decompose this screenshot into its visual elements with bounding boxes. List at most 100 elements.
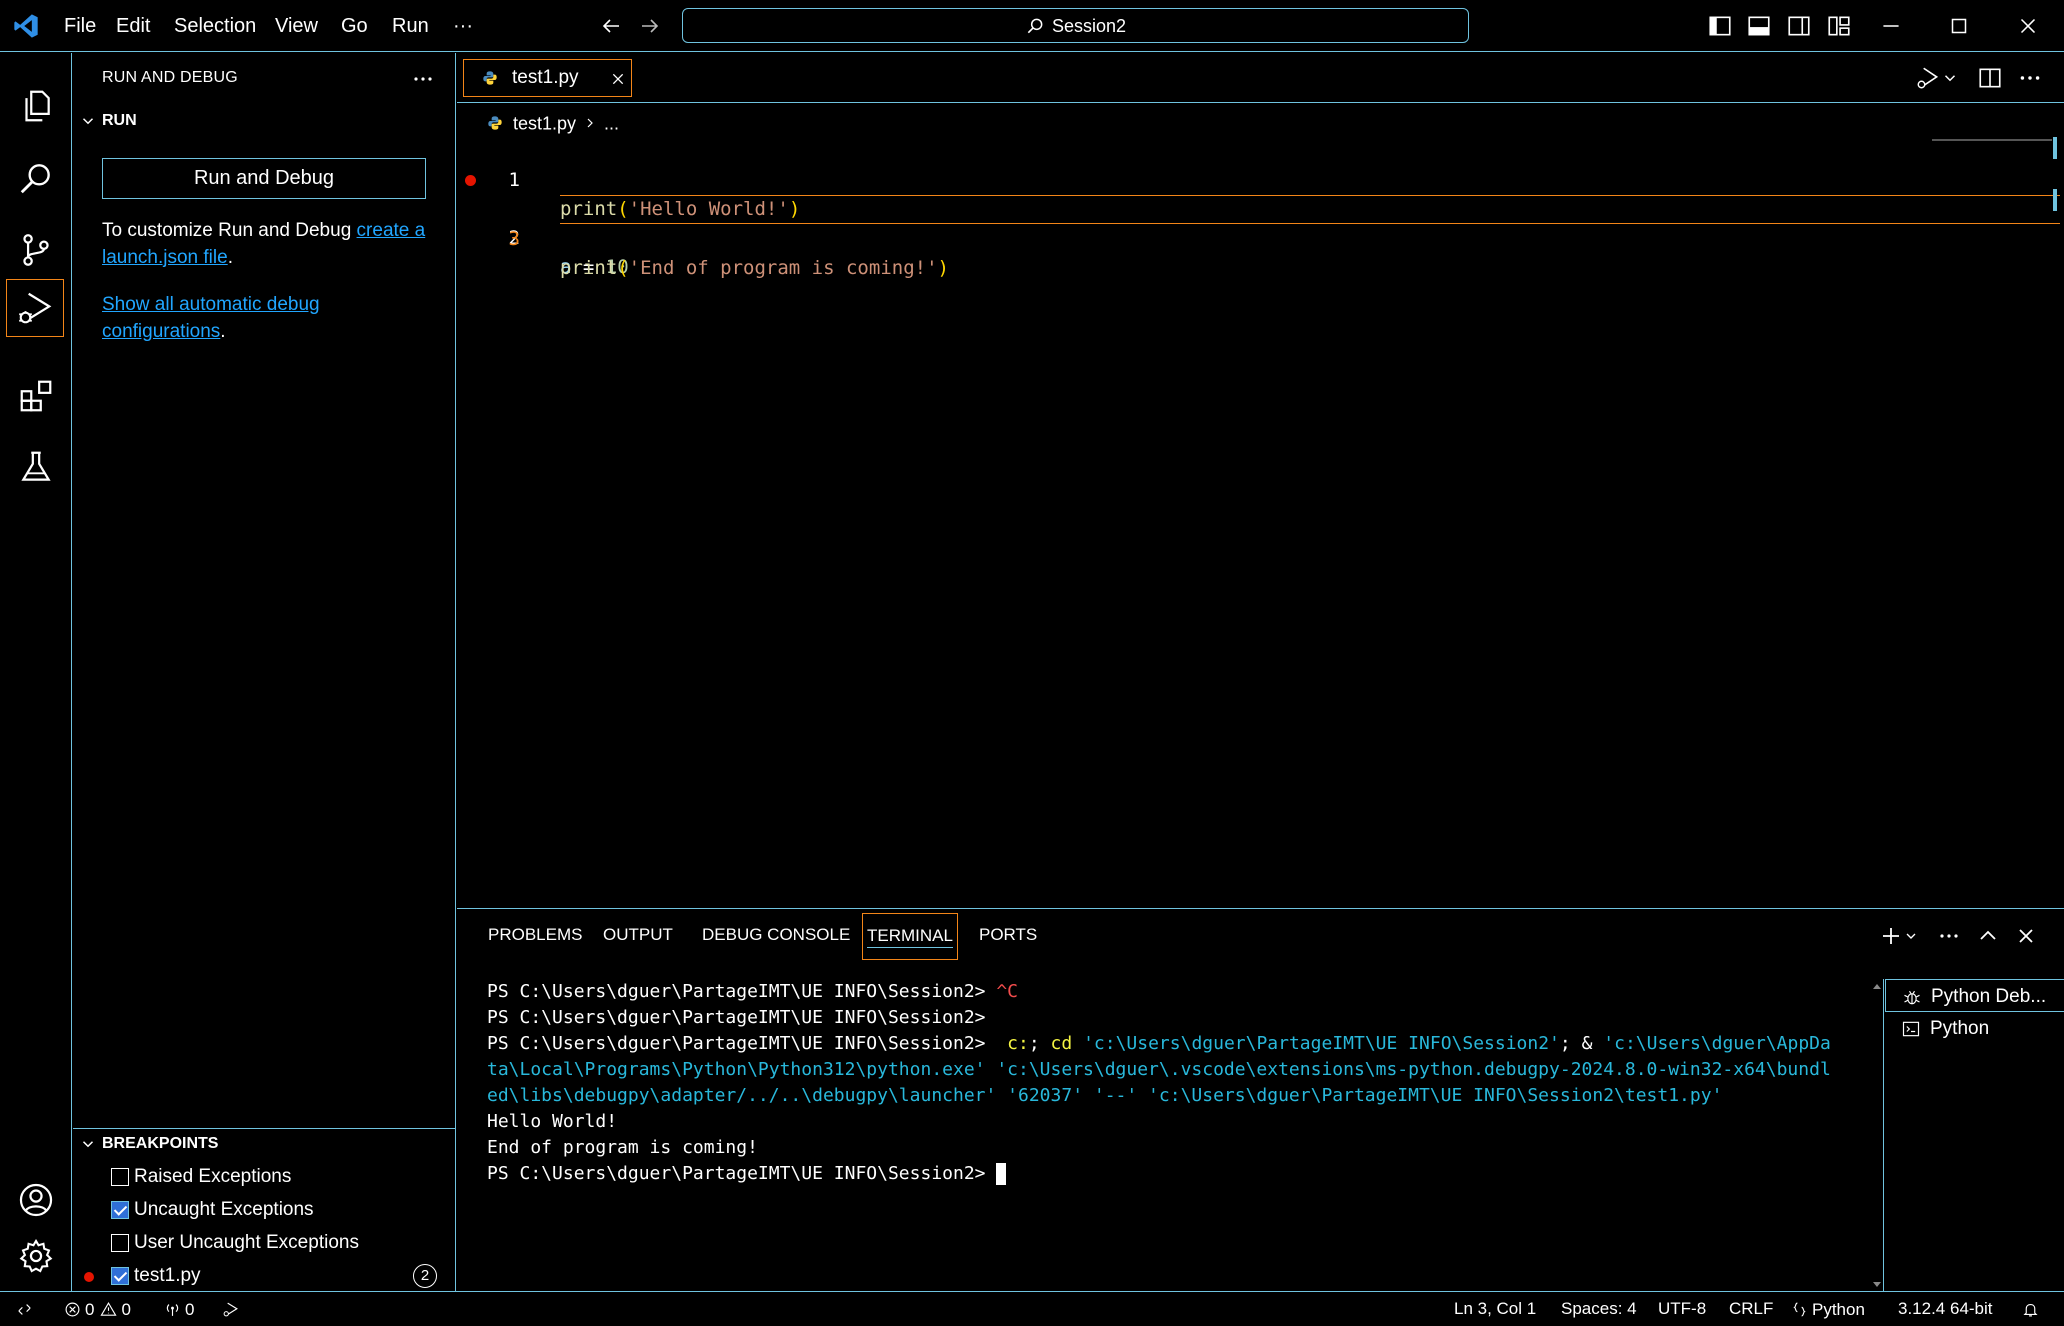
test1-py-checkbox[interactable] (111, 1267, 129, 1285)
scrollbar-marker (2053, 137, 2057, 159)
terminal-python[interactable]: Python (1885, 1012, 2064, 1045)
explorer-activity[interactable] (0, 70, 72, 142)
breakpoint-raised-exceptions[interactable]: Raised Exceptions (73, 1160, 456, 1193)
python-interpreter[interactable]: 3.12.4 64-bit (1898, 1292, 1993, 1326)
warning-icon (100, 1302, 118, 1316)
tab-terminal-label: TERMINAL (867, 926, 953, 948)
toggle-panel-icon[interactable] (1746, 13, 1772, 39)
breakpoint-test1-py[interactable]: test1.py 2 (73, 1259, 456, 1292)
braces-icon (1793, 1302, 1806, 1317)
terminal-scrollbar[interactable] (1870, 979, 1884, 1292)
show-all-debug-configurations-link[interactable]: Show all automatic debug configurations (102, 294, 320, 342)
search-activity[interactable] (0, 142, 72, 214)
terminal-output[interactable]: PS C:\Users\dguer\PartageIMT\UE INFO\Ses… (457, 979, 1884, 1292)
chevron-down-icon[interactable] (1903, 924, 1919, 948)
menu-go[interactable]: Go (341, 0, 368, 52)
problems-indicator[interactable]: 00 (64, 1292, 137, 1326)
cursor-position[interactable]: Ln 3, Col 1 (1454, 1292, 1536, 1326)
breakpoint-label: Raised Exceptions (134, 1166, 292, 1187)
terminal-line: PS C:\Users\dguer\PartageIMT\UE INFO\Ses… (487, 1007, 997, 1028)
toggle-primary-sidebar-icon[interactable] (1707, 13, 1733, 39)
more-actions-icon[interactable] (411, 67, 435, 91)
tab-test1-py[interactable]: test1.py (463, 59, 632, 97)
uncaught-exceptions-checkbox[interactable] (111, 1201, 129, 1219)
more-actions-icon[interactable] (2017, 65, 2043, 91)
breadcrumb-symbols[interactable]: ... (604, 113, 619, 133)
menu-run[interactable]: Run (392, 0, 429, 52)
manage-activity[interactable] (0, 1220, 72, 1292)
raised-exceptions-checkbox[interactable] (111, 1168, 129, 1186)
tab-terminal[interactable]: TERMINAL (862, 913, 958, 960)
code-editor[interactable]: 1 print('Hello World!') 2 a = 10 3 print… (457, 137, 2064, 837)
tab-ports[interactable]: PORTS (979, 909, 1037, 961)
menu-more[interactable]: ··· (453, 0, 473, 52)
maximize-panel-icon[interactable] (1976, 924, 2000, 948)
breakpoint-user-uncaught-exceptions[interactable]: User Uncaught Exceptions (73, 1226, 456, 1259)
debug-indicator[interactable] (222, 1292, 239, 1326)
close-window-icon[interactable] (2015, 13, 2041, 39)
breadcrumb: test1.py... (487, 110, 619, 134)
customize-layout-icon[interactable] (1826, 13, 1852, 39)
terminal-cursor (996, 1163, 1007, 1185)
tab-problems[interactable]: PROBLEMS (488, 909, 582, 961)
menu-file[interactable]: File (64, 0, 96, 52)
breadcrumb-file[interactable]: test1.py (513, 113, 576, 133)
maximize-icon[interactable] (1946, 13, 1972, 39)
terminal-line: PS C:\Users\dguer\PartageIMT\UE INFO\Ses… (487, 981, 1019, 1002)
forward-arrow-icon[interactable] (638, 14, 662, 38)
language-mode[interactable]: Python (1791, 1292, 1871, 1326)
terminal-name: Python Deb... (1931, 986, 2047, 1007)
minimize-icon[interactable] (1878, 13, 1904, 39)
tab-debug-console[interactable]: DEBUG CONSOLE (702, 909, 850, 961)
run-and-debug-button[interactable]: Run and Debug (102, 158, 426, 199)
files-icon (25, 90, 50, 122)
code-line-3[interactable]: 3 print('End of program is coming!') (509, 195, 2060, 279)
indentation[interactable]: Spaces: 4 (1561, 1292, 1637, 1326)
scrollbar-marker (2053, 189, 2057, 211)
code-line-1[interactable]: 1 print('Hello World!') (457, 137, 1927, 220)
back-arrow-icon[interactable] (599, 14, 623, 38)
run-debug-activity[interactable] (6, 279, 64, 337)
split-editor-icon[interactable] (1977, 65, 2003, 91)
chevron-down-icon[interactable] (1941, 65, 1959, 91)
activity-bar (0, 53, 72, 1291)
menu-view[interactable]: View (275, 0, 318, 52)
run-debug-icon (223, 1302, 238, 1317)
run-section-header[interactable]: RUN (73, 106, 456, 136)
source-control-activity[interactable] (0, 214, 72, 286)
new-terminal-icon[interactable] (1879, 924, 1903, 948)
breakpoint-dot-icon[interactable] (465, 175, 476, 186)
chevron-down-icon (82, 118, 94, 125)
terminal-python-debug[interactable]: Python Deb... (1885, 979, 2064, 1012)
line-number: 3 (508, 228, 520, 250)
close-tab-icon[interactable] (610, 71, 626, 87)
breakpoints-section-header[interactable]: BREAKPOINTS (73, 1129, 456, 1159)
extensions-activity[interactable] (0, 360, 72, 432)
run-python-file-icon[interactable] (1915, 65, 1941, 91)
close-panel-icon[interactable] (2014, 924, 2038, 948)
notifications[interactable] (2022, 1292, 2039, 1326)
python-file-icon (488, 116, 502, 130)
tab-label: test1.py (512, 67, 579, 88)
testing-activity[interactable] (0, 431, 72, 503)
line-ending[interactable]: CRLF (1729, 1292, 1773, 1326)
toggle-secondary-sidebar-icon[interactable] (1786, 13, 1812, 39)
extensions-icon (20, 380, 52, 412)
encoding[interactable]: UTF-8 (1658, 1292, 1706, 1326)
tab-output[interactable]: OUTPUT (603, 909, 673, 961)
menu-selection[interactable]: Selection (174, 0, 256, 52)
menu-edit[interactable]: Edit (116, 0, 150, 52)
breakpoint-dot-icon (84, 1272, 94, 1282)
remote-indicator[interactable] (16, 1292, 33, 1326)
period: . (227, 247, 233, 268)
user-uncaught-exceptions-checkbox[interactable] (111, 1234, 129, 1252)
ports-indicator[interactable]: 0 (164, 1292, 200, 1326)
more-actions-icon[interactable] (1937, 924, 1961, 948)
debug-bug-icon (1904, 990, 1920, 1005)
error-count: 0 (85, 1299, 95, 1319)
minimap[interactable] (1932, 139, 2052, 141)
breakpoint-uncaught-exceptions[interactable]: Uncaught Exceptions (73, 1193, 456, 1226)
command-center-search[interactable]: Session2 (682, 8, 1469, 43)
code-line-2[interactable]: 2 a = 10 (457, 166, 1927, 278)
editor-scrollbar[interactable] (2048, 137, 2064, 897)
